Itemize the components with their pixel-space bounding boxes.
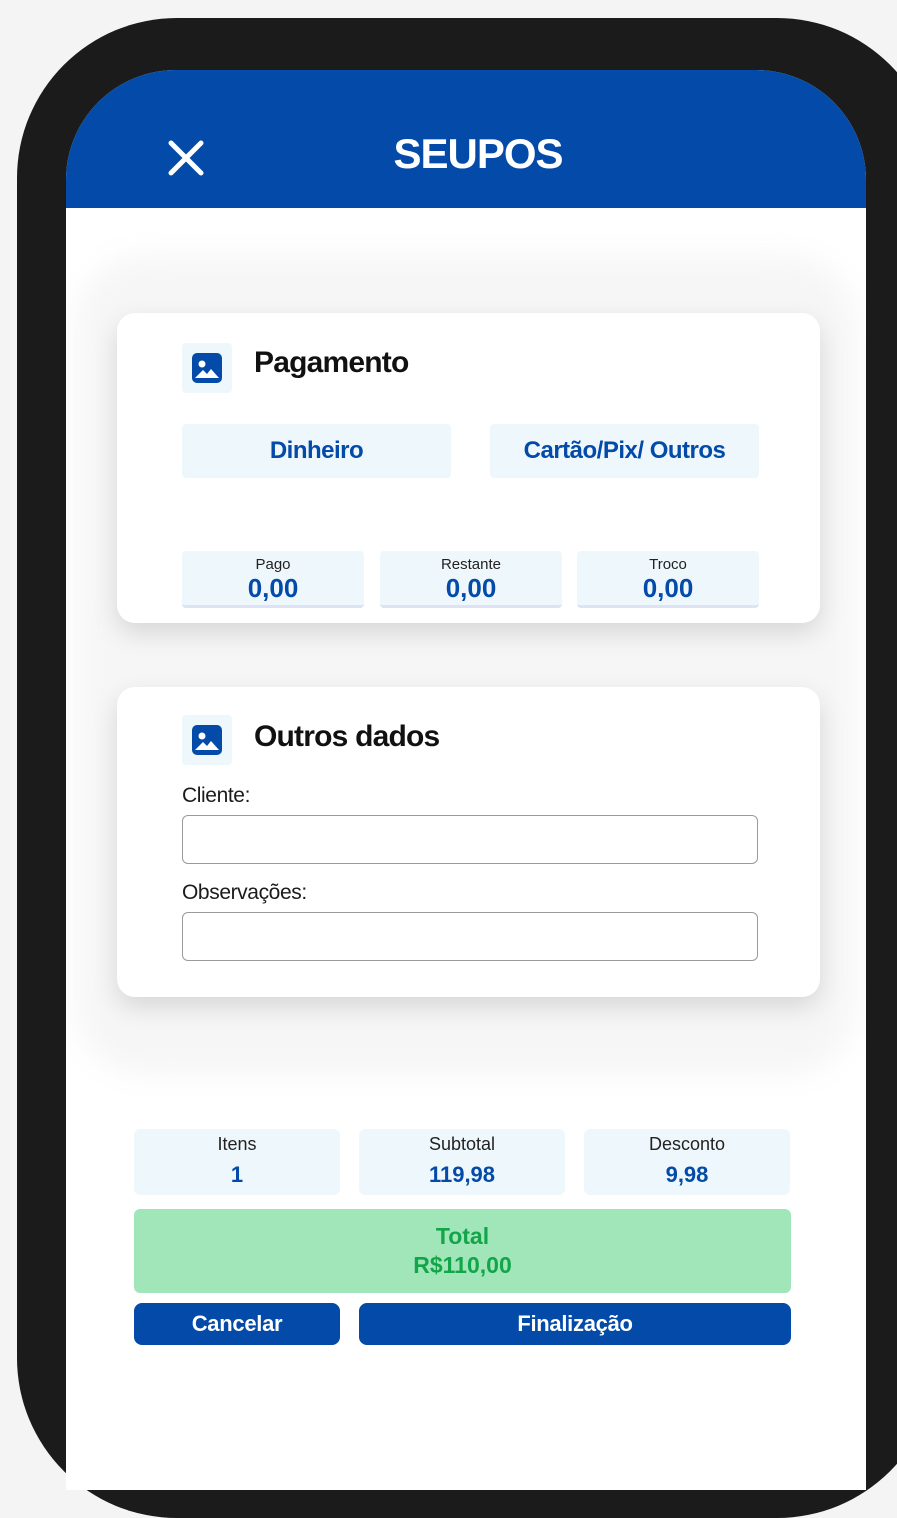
other-data-title: Outros dados — [254, 720, 440, 753]
subtotal-value: 119,98 — [428, 1162, 496, 1187]
paid-value: 0,00 — [247, 573, 299, 603]
items-label: Itens — [217, 1134, 257, 1154]
payment-card: Pagamento Dinheiro Cartão/Pix/ Outros Pa… — [117, 313, 820, 623]
subtotal-summary: Subtotal 119,98 — [359, 1129, 565, 1195]
payment-icon-box — [182, 343, 232, 393]
discount-value: 9,98 — [665, 1162, 709, 1187]
change-value: 0,00 — [642, 573, 694, 603]
image-icon — [192, 725, 222, 755]
subtotal-label: Subtotal — [428, 1134, 496, 1154]
paid-label: Pago — [255, 556, 291, 573]
notes-input[interactable] — [182, 912, 758, 961]
other-data-card: Outros dados Cliente: Observações: — [117, 687, 820, 997]
total-box: Total R$110,00 — [134, 1209, 791, 1293]
finish-button[interactable]: Finalização — [359, 1303, 791, 1345]
items-value: 1 — [230, 1162, 244, 1187]
change-stat: Troco 0,00 — [577, 551, 759, 608]
discount-label: Desconto — [648, 1134, 726, 1154]
items-summary: Itens 1 — [134, 1129, 340, 1195]
other-data-icon-box — [182, 715, 232, 765]
app-title: SEUPOS — [393, 130, 563, 177]
card-pix-other-button[interactable]: Cartão/Pix/ Outros — [490, 424, 759, 478]
cancel-button[interactable]: Cancelar — [134, 1303, 340, 1345]
paid-stat: Pago 0,00 — [182, 551, 364, 608]
cash-button[interactable]: Dinheiro — [182, 424, 451, 478]
change-label: Troco — [649, 556, 687, 573]
app-header: SEUPOS — [66, 70, 866, 208]
client-input[interactable] — [182, 815, 758, 864]
total-value: R$110,00 — [413, 1252, 512, 1278]
payment-title: Pagamento — [254, 346, 409, 379]
remaining-stat: Restante 0,00 — [380, 551, 562, 608]
image-icon — [192, 353, 222, 383]
total-label: Total — [435, 1223, 490, 1249]
notes-label: Observações: — [182, 881, 307, 904]
remaining-label: Restante — [440, 556, 502, 573]
client-label: Cliente: — [182, 784, 251, 807]
remaining-value: 0,00 — [445, 573, 497, 603]
discount-summary: Desconto 9,98 — [584, 1129, 790, 1195]
